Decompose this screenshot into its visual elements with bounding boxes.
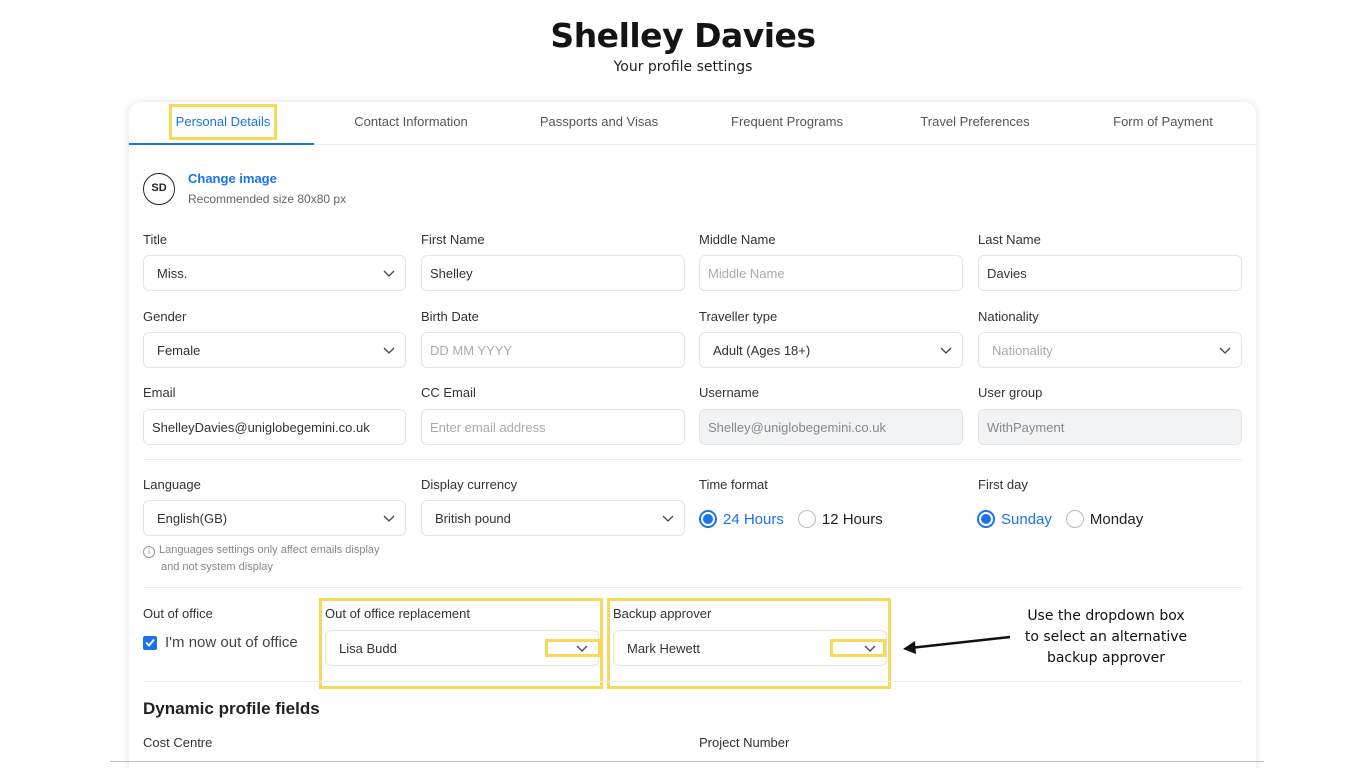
display-currency-label: Display currency [421, 477, 518, 492]
nationality-select[interactable]: Nationality [978, 332, 1242, 368]
tab-frequent-programs[interactable]: Frequent Programs [693, 102, 881, 145]
username-field: Shelley@uniglobegemini.co.uk [699, 409, 963, 445]
divider [143, 587, 1242, 588]
out-of-office-checkbox-label: I'm now out of office [165, 634, 298, 651]
out-of-office-label: Out of office [143, 606, 213, 621]
cost-centre-label: Cost Centre [143, 735, 213, 750]
middle-name-label: Middle Name [699, 232, 776, 247]
chevron-down-icon [383, 513, 395, 523]
highlight-backup-chevron [830, 639, 886, 657]
page-subtitle: Your profile settings [613, 59, 753, 75]
tab-travel-preferences[interactable]: Travel Preferences [881, 102, 1069, 145]
backup-approver-value: Mark Hewett [627, 640, 700, 656]
language-value: English(GB) [157, 510, 228, 526]
highlight-replacement-chevron [545, 639, 601, 657]
divider [143, 681, 1242, 682]
dynamic-fields-title: Dynamic profile fields [143, 699, 320, 718]
user-group-label: User group [978, 385, 1043, 400]
user-group-field: WithPayment [978, 409, 1242, 445]
divider [143, 459, 1242, 460]
profile-tabs: Personal Details Contact Information Pas… [129, 102, 1256, 145]
time-format-label: Time format [699, 477, 768, 492]
gender-select[interactable]: Female [143, 332, 406, 368]
chevron-down-icon [383, 268, 395, 278]
title-select[interactable]: Miss. [143, 255, 406, 291]
first-name-label: First Name [421, 232, 485, 247]
language-label: Language [143, 477, 201, 492]
nationality-placeholder: Nationality [992, 342, 1053, 358]
traveller-type-value: Adult (Ages 18+) [713, 342, 811, 358]
language-note: i Languages settings only affect emails d… [143, 542, 413, 576]
first-day-label: First day [978, 477, 1028, 492]
info-icon: i [143, 546, 155, 558]
title-label: Title [143, 232, 168, 247]
chevron-down-icon [383, 345, 395, 355]
annotation-callout: Use the dropdown box to select an altern… [1024, 608, 1188, 666]
cc-email-input[interactable]: Enter email address [421, 409, 685, 445]
bottom-divider [110, 761, 1264, 762]
gender-label: Gender [143, 309, 187, 324]
project-number-label: Project Number [699, 735, 790, 750]
username-label: Username [699, 385, 759, 400]
language-select[interactable]: English(GB) [143, 500, 406, 536]
traveller-type-select[interactable]: Adult (Ages 18+) [699, 332, 963, 368]
radio-sunday[interactable]: Sunday [977, 510, 1052, 528]
email-input[interactable]: ShelleyDavies@uniglobegemini.co.uk [143, 409, 406, 445]
arrow-left-icon [903, 635, 1011, 654]
page-header: Shelley Davies Your profile settings [0, 14, 1366, 75]
last-name-input[interactable]: Davies [978, 255, 1242, 291]
email-label: Email [143, 385, 176, 400]
tab-form-of-payment[interactable]: Form of Payment [1069, 102, 1257, 145]
birth-date-input[interactable]: DD MM YYYY [421, 332, 685, 368]
chevron-down-icon [1219, 345, 1231, 355]
chevron-down-icon [662, 513, 674, 523]
backup-approver-label: Backup approver [613, 606, 712, 621]
page-title: Shelley Davies [550, 16, 816, 55]
tab-contact-information[interactable]: Contact Information [317, 102, 505, 145]
avatar: SD [143, 173, 175, 205]
display-currency-value: British pound [435, 510, 511, 526]
traveller-type-label: Traveller type [699, 309, 778, 324]
checkmark-icon [143, 635, 157, 650]
middle-name-input[interactable]: Middle Name [699, 255, 963, 291]
recommended-size-text: Recommended size 80x80 px [188, 192, 347, 206]
radio-12-hours[interactable]: 12 Hours [797, 510, 883, 528]
last-name-label: Last Name [978, 232, 1041, 247]
radio-24-hours[interactable]: 24 Hours [699, 510, 784, 528]
gender-value: Female [157, 342, 201, 358]
display-currency-select[interactable]: British pound [421, 500, 685, 536]
birth-date-label: Birth Date [421, 309, 479, 324]
radio-monday[interactable]: Monday [1065, 510, 1143, 528]
title-value: Miss. [157, 265, 188, 281]
first-day-radios: Sunday Monday [977, 510, 1157, 528]
tab-passports-and-visas[interactable]: Passports and Visas [505, 102, 693, 145]
tab-personal-details[interactable]: Personal Details [129, 102, 317, 145]
nationality-label: Nationality [978, 309, 1039, 324]
time-format-radios: 24 Hours 12 Hours [699, 510, 897, 528]
cc-email-label: CC Email [421, 385, 476, 400]
replacement-value: Lisa Budd [339, 640, 397, 656]
first-name-input[interactable]: Shelley [421, 255, 685, 291]
change-image-link[interactable]: Change image [188, 171, 277, 186]
replacement-label: Out of office replacement [325, 606, 471, 621]
chevron-down-icon [940, 345, 952, 355]
out-of-office-checkbox[interactable]: I'm now out of office [143, 634, 298, 651]
